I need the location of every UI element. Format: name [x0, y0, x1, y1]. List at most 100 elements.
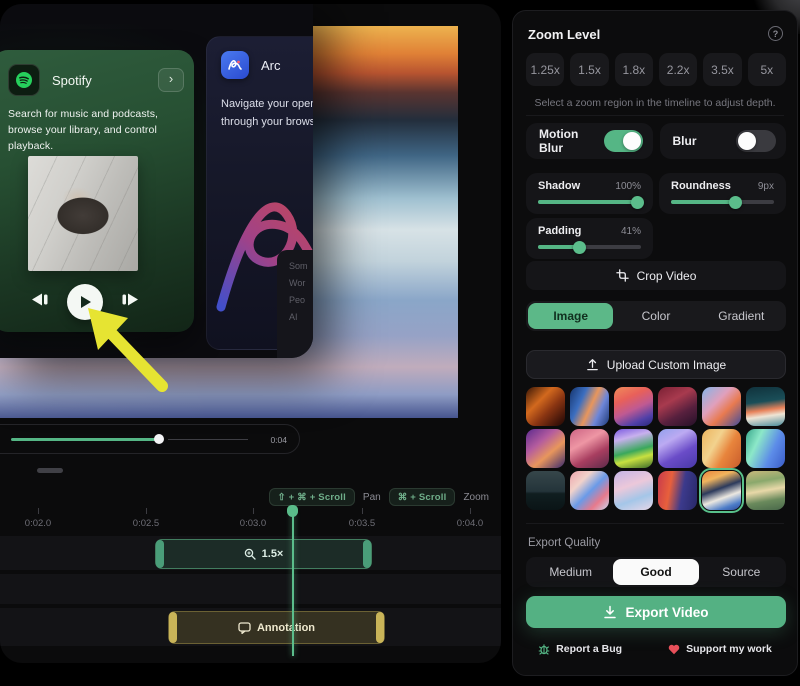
scrubber-remaining: [168, 439, 248, 441]
wallpaper-thumb-blue-pink-orange[interactable]: [702, 387, 741, 426]
toggle-card: Blur: [660, 123, 787, 159]
wallpaper-thumb-rainbow-green[interactable]: [614, 429, 653, 468]
help-icon[interactable]: ?: [768, 26, 783, 41]
slider-track[interactable]: [538, 245, 641, 249]
zoom-level-option[interactable]: 3.5x: [703, 53, 741, 86]
ruler-tick: [146, 508, 147, 514]
scrubber-handle[interactable]: [154, 434, 164, 444]
zoom-level-option[interactable]: 2.2x: [659, 53, 697, 86]
zoom-clip-label: 1.5×: [262, 548, 284, 560]
ruler-tick-label: 0:02.0: [25, 518, 51, 529]
upload-custom-image-button[interactable]: Upload Custom Image: [526, 350, 786, 379]
wallpaper-thumb-pink-orange-waves[interactable]: [614, 387, 653, 426]
zoom-level-option[interactable]: 1.25x: [526, 53, 564, 86]
recorded-list-panel: SomWorPeoAI: [277, 250, 313, 358]
wallpaper-thumb-blue-orange-rays[interactable]: [570, 387, 609, 426]
wallpaper-thumb-orange-flower-dark[interactable]: [526, 387, 565, 426]
quality-source[interactable]: Source: [699, 559, 784, 585]
arc-title: Arc: [261, 58, 281, 73]
slider-value: 41%: [621, 226, 641, 237]
support-link[interactable]: Support my work: [668, 643, 772, 655]
crop-video-button[interactable]: Crop Video: [526, 261, 786, 290]
wallpaper-thumb-dark-mountains[interactable]: [526, 471, 565, 510]
recorded-list-item: AI: [289, 309, 313, 326]
spotify-icon: [8, 64, 40, 96]
slider-label: Padding: [538, 225, 581, 237]
annotation-track[interactable]: Annotation: [0, 608, 501, 646]
timeline-ruler[interactable]: 0:02.00:02.50:03.00:03.50:04.0: [0, 504, 501, 532]
ruler-tick-label: 0:02.5: [133, 518, 159, 529]
wallpaper-thumb-orange-yellow-rays[interactable]: [702, 429, 741, 468]
slider-value: 9px: [758, 181, 774, 192]
wallpaper-thumb-teal-orange-wave[interactable]: [746, 387, 785, 426]
ruler-tick-label: 0:03.0: [240, 518, 266, 529]
wallpaper-thumb-red-blue-swirl[interactable]: [658, 471, 697, 510]
slider-thumb[interactable]: [573, 241, 586, 254]
slider-thumb[interactable]: [631, 196, 644, 209]
export-video-button[interactable]: Export Video: [526, 596, 786, 628]
blur-toggle[interactable]: [736, 130, 776, 152]
wallpaper-thumb-pink-red-waves[interactable]: [570, 429, 609, 468]
export-quality-segmented: MediumGoodSource: [526, 557, 786, 587]
clip-right-handle[interactable]: [363, 540, 371, 568]
motion-blur-toggle[interactable]: [604, 130, 643, 152]
wallpaper-thumb-green-blue-rays[interactable]: [746, 429, 785, 468]
slider-value: 100%: [615, 181, 641, 192]
clip-left-handle[interactable]: [156, 540, 164, 568]
heart-icon: [668, 644, 680, 655]
recorded-list-item: Wor: [289, 275, 313, 292]
timeline-resize-handle[interactable]: [37, 468, 63, 473]
clip-left-handle[interactable]: [169, 612, 177, 643]
zoom-track[interactable]: 1.5×: [0, 536, 501, 570]
zoom-level-title: Zoom Level: [528, 27, 600, 42]
playhead-line: [292, 512, 294, 656]
slider-fill: [538, 200, 637, 204]
ruler-tick: [253, 508, 254, 514]
annotation-arrow: [72, 296, 182, 396]
tab-image[interactable]: Image: [528, 303, 613, 329]
scrubber-progress: [11, 438, 159, 441]
wallpaper-thumb-paint-swirl-sunset[interactable]: [702, 471, 741, 510]
divider: [526, 115, 784, 116]
wallpaper-thumb-pink-blue-marble[interactable]: [570, 471, 609, 510]
chevron-right-button[interactable]: ›: [158, 68, 184, 92]
skip-back-icon[interactable]: [29, 292, 51, 312]
zoom-region-clip[interactable]: 1.5×: [155, 539, 372, 569]
slider-header: Shadow 100%: [538, 180, 641, 192]
tab-color[interactable]: Color: [613, 303, 698, 329]
wallpaper-thumb-pastel-clouds[interactable]: [614, 471, 653, 510]
spotify-title: Spotify: [52, 73, 158, 88]
zoom-level-option[interactable]: 1.8x: [615, 53, 653, 86]
tab-gradient[interactable]: Gradient: [699, 303, 784, 329]
shadow-slider-card: Shadow 100%: [526, 173, 653, 214]
quality-good[interactable]: Good: [613, 559, 698, 585]
slider-header: Padding 41%: [538, 225, 641, 237]
clip-right-handle[interactable]: [376, 612, 384, 643]
annotation-clip[interactable]: Annotation: [168, 611, 385, 644]
wallpaper-thumb-purple-blue-wave[interactable]: [658, 429, 697, 468]
slider-label: Shadow: [538, 180, 580, 192]
toggle-label: Blur: [673, 134, 697, 148]
quality-medium[interactable]: Medium: [528, 559, 613, 585]
zoom-level-option[interactable]: 5x: [748, 53, 786, 86]
slider-thumb[interactable]: [729, 196, 742, 209]
ruler-tick: [362, 508, 363, 514]
preview-scrubber[interactable]: 0:04: [0, 424, 300, 454]
recorded-list-item: Som: [289, 258, 313, 275]
wallpaper-thumb-impressionist-landscape[interactable]: [746, 471, 785, 510]
magnifier-plus-icon: [244, 548, 256, 560]
ruler-tick-label: 0:03.5: [349, 518, 375, 529]
zoom-level-options: 1.25x1.5x1.8x2.2x3.5x5x: [526, 53, 786, 86]
divider: [526, 523, 784, 524]
download-icon: [603, 605, 617, 619]
report-bug-link[interactable]: Report a Bug: [538, 643, 622, 655]
zoom-level-option[interactable]: 1.5x: [570, 53, 608, 86]
empty-track[interactable]: [0, 574, 501, 604]
shortcut-action-label: Zoom: [463, 492, 489, 503]
wallpaper-thumb-maroon-waves[interactable]: [658, 387, 697, 426]
padding-slider-card: Padding 41%: [526, 218, 653, 259]
wallpaper-grid: [526, 387, 786, 510]
slider-track[interactable]: [538, 200, 641, 204]
wallpaper-thumb-purple-orange-wave[interactable]: [526, 429, 565, 468]
slider-track[interactable]: [671, 200, 774, 204]
